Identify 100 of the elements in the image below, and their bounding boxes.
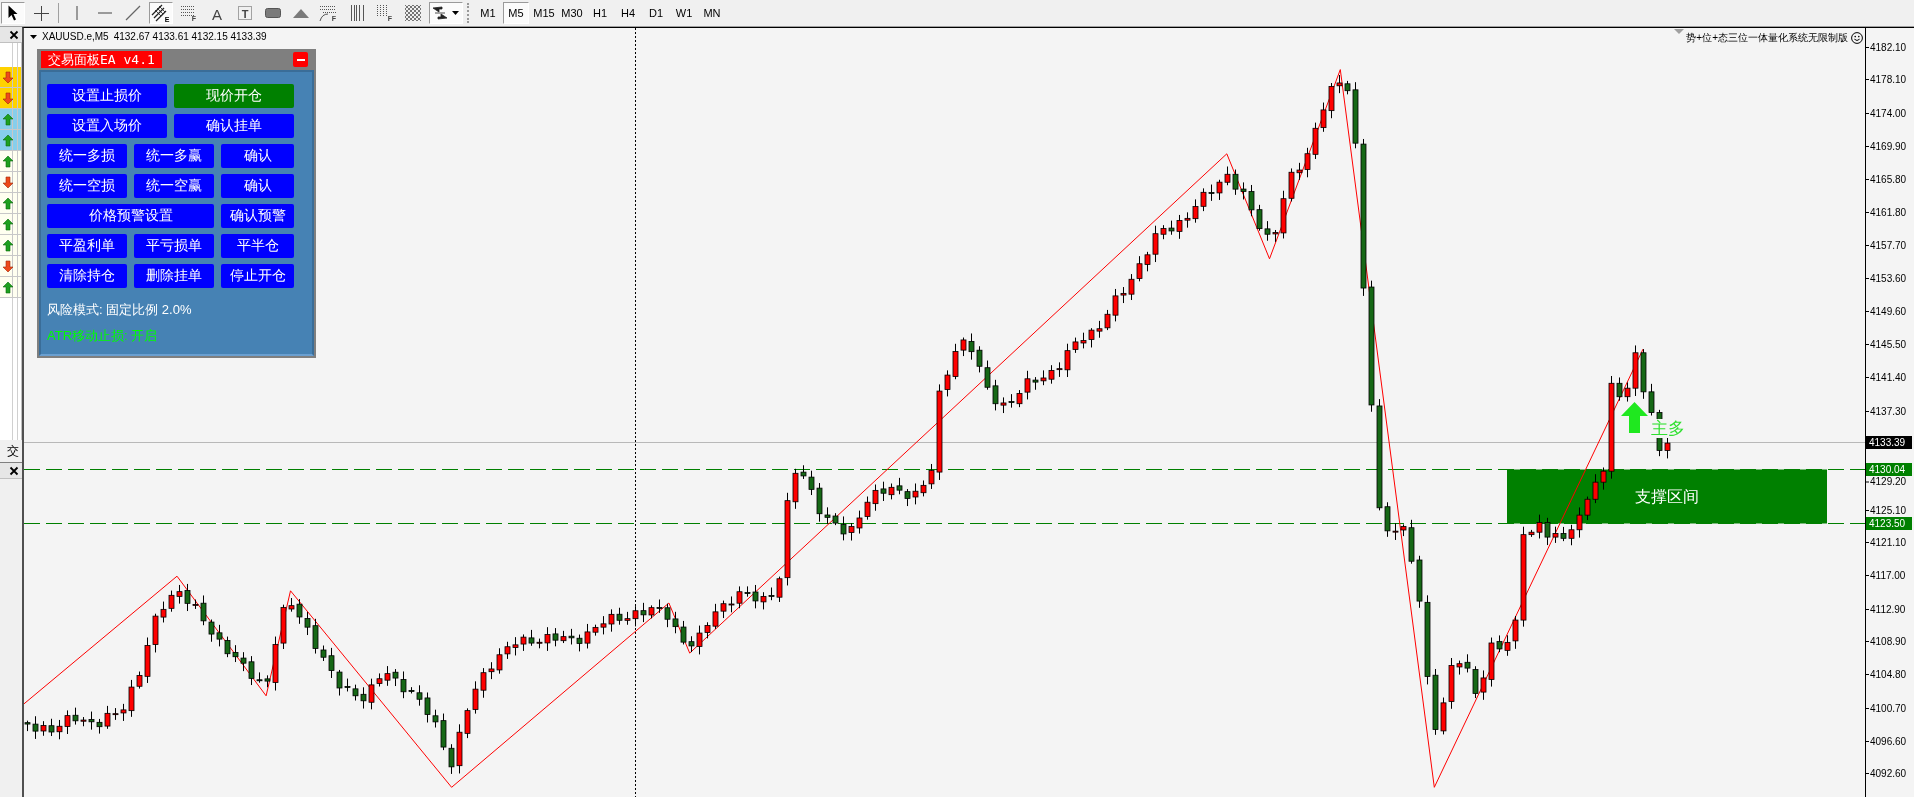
text-icon: A: [211, 6, 223, 20]
price-marker-label: 4123.50: [1866, 517, 1912, 530]
timeframe-button[interactable]: D1: [643, 2, 669, 24]
caret-icon[interactable]: [452, 11, 459, 15]
timeframe-button[interactable]: M1: [475, 2, 501, 24]
panel-button[interactable]: 统一空损: [47, 174, 127, 198]
table-row[interactable]: [0, 109, 21, 130]
panel-button[interactable]: 统一多赢: [134, 144, 214, 168]
price-tick-label: 4104.80: [1870, 668, 1907, 681]
panel-button[interactable]: 确认: [221, 144, 294, 168]
cursor-icon: [8, 5, 18, 21]
table-row[interactable]: [0, 235, 21, 256]
price-tick-label: 4157.70: [1870, 239, 1907, 252]
minimize-icon: [296, 58, 305, 61]
panel-button[interactable]: 价格预警设置: [47, 204, 214, 228]
price-tick-label: 4141.40: [1870, 371, 1907, 384]
panel-button[interactable]: 停止开仓: [221, 264, 294, 288]
table-row[interactable]: [0, 277, 21, 298]
price-tick-label: 4169.90: [1870, 140, 1907, 153]
panel-button[interactable]: 平盈利单: [47, 234, 127, 258]
panel-button[interactable]: 设置入场价: [47, 114, 167, 138]
banner-text: 势+位+态三位一体量化系统无限制版: [1686, 31, 1848, 44]
timeframe-button[interactable]: M15: [531, 2, 557, 24]
vertical-lines-icon: [350, 5, 364, 21]
panel-button[interactable]: 统一空赢: [134, 174, 214, 198]
table-row[interactable]: [0, 67, 21, 88]
price-tick-label: 4117.00: [1870, 569, 1906, 582]
up-arrow-icon: [3, 281, 13, 293]
table-row[interactable]: [0, 130, 21, 151]
up-arrow-icon: [3, 218, 13, 230]
up-arrow-icon: [3, 197, 13, 209]
price-tick-label: 4174.00: [1870, 107, 1907, 120]
close-icon[interactable]: [10, 30, 18, 39]
price-tick-label: 4145.50: [1870, 338, 1907, 351]
table-row[interactable]: [0, 172, 21, 193]
text-box-icon: T: [238, 6, 252, 20]
price-tick-label: 4125.10: [1870, 504, 1907, 517]
cursor-tool-button[interactable]: [1, 2, 25, 24]
panel-button[interactable]: 删除挂单: [134, 264, 214, 288]
table-row[interactable]: [0, 214, 21, 235]
timeframe-button[interactable]: W1: [671, 2, 697, 24]
triangle-icon: [293, 8, 309, 18]
caret-icon[interactable]: [30, 35, 37, 39]
price-tick-label: 4121.10: [1870, 536, 1907, 549]
timeframe-button[interactable]: H1: [587, 2, 613, 24]
status-text: ATR移动止损: 开启: [47, 327, 158, 345]
price-tick-label: 4096.60: [1870, 735, 1907, 748]
up-arrow-icon: [3, 239, 13, 251]
timeframe-button[interactable]: M30: [559, 2, 585, 24]
panel-button[interactable]: 确认预警: [221, 204, 294, 228]
down-arrow-icon: [3, 71, 13, 83]
symbol-label: XAUUSD.e,M5: [42, 31, 109, 43]
panel-button[interactable]: 平亏损单: [134, 234, 214, 258]
crosshair-icon: [33, 5, 49, 21]
timeframe-button[interactable]: MN: [699, 2, 725, 24]
smiley-icon: [1851, 31, 1863, 44]
price-tick-label: 4108.90: [1870, 635, 1907, 648]
down-arrow-icon: [3, 176, 13, 188]
panel-button[interactable]: 清除持仓: [47, 264, 127, 288]
vertical-line-icon: [76, 6, 78, 20]
down-arrow-icon: [3, 92, 13, 104]
price-tick-label: 4112.90: [1870, 603, 1906, 616]
crosshatch-icon: [405, 5, 421, 21]
panel-button[interactable]: 平半仓: [221, 234, 294, 258]
table-row[interactable]: [0, 88, 21, 109]
table-row[interactable]: [0, 256, 21, 277]
close-icon[interactable]: [10, 466, 18, 475]
up-arrow-icon: [3, 113, 13, 125]
minimize-button[interactable]: [293, 52, 308, 67]
price-tick-label: 4092.60: [1870, 767, 1907, 780]
panel-button[interactable]: 设置止损价: [47, 84, 167, 108]
panel-button[interactable]: 确认: [221, 174, 294, 198]
arrows-dropdown-button[interactable]: [429, 2, 463, 24]
price-values: 4132.67 4133.61 4132.15 4133.39: [113, 31, 267, 43]
rectangle-icon: [265, 8, 281, 18]
signal-label: 主多: [1651, 419, 1685, 438]
panel-button[interactable]: 现价开仓: [174, 84, 294, 108]
panel-button[interactable]: 统一多损: [47, 144, 127, 168]
price-tick-label: 4182.10: [1870, 41, 1907, 54]
arrows-icon: [433, 7, 447, 19]
table-row[interactable]: [0, 193, 21, 214]
price-tick-label: 4137.30: [1870, 405, 1907, 418]
panel-title: 交易面板EA v4.1: [41, 51, 162, 68]
label-tool-button[interactable]: T: [233, 2, 257, 24]
price-tick-label: 4165.80: [1870, 173, 1907, 186]
up-arrow-icon: [3, 134, 13, 146]
timeframe-button[interactable]: H4: [615, 2, 641, 24]
panel-button[interactable]: 确认挂单: [174, 114, 294, 138]
shift-marker-icon[interactable]: [1674, 29, 1684, 34]
down-arrow-icon: [3, 260, 13, 272]
terminal-tab[interactable]: 交: [7, 444, 19, 458]
price-tick-label: 4161.80: [1870, 206, 1907, 219]
horizontal-line-icon: [98, 12, 112, 14]
timeframe-button[interactable]: M5: [503, 2, 529, 24]
table-row[interactable]: [0, 151, 21, 172]
price-tick-label: 4100.70: [1870, 702, 1907, 715]
status-text: 风险模式: 固定比例 2.0%: [47, 301, 192, 319]
price-tick-label: 4149.60: [1870, 305, 1907, 318]
zone-label: 支撑区间: [1635, 487, 1699, 506]
text-tool-button[interactable]: A: [205, 2, 229, 24]
